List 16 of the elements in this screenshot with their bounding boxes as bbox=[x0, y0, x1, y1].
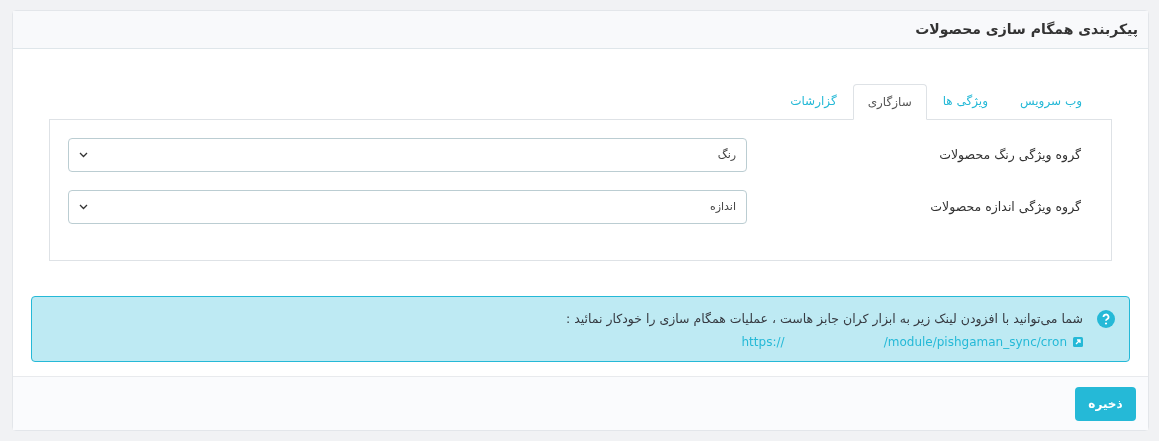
help-icon bbox=[1097, 310, 1115, 328]
tab[interactable]: ویژگی ها bbox=[926, 83, 1004, 119]
field-label: گروه ویژگی اندازه محصولات bbox=[929, 197, 1081, 217]
select-field[interactable]: اندازه bbox=[68, 190, 747, 224]
save-button[interactable]: ذخیره bbox=[1075, 386, 1136, 421]
alert-message: شما می‌توانید با افزودن لینک زیر به ابزار کران جابز هاست ، عملیات همگام سازی را خودکار نمائید : bbox=[566, 310, 1083, 329]
cron-link[interactable]: https:// /module/pishgaman_sync/cron bbox=[741, 332, 1067, 351]
chevron-down-icon bbox=[79, 152, 88, 158]
chevron-down-icon bbox=[79, 204, 88, 210]
tab[interactable]: سازگاری bbox=[852, 84, 927, 120]
external-link-icon bbox=[1073, 336, 1083, 347]
select-field[interactable]: رنگ bbox=[68, 138, 747, 172]
tab[interactable]: گزارشات bbox=[774, 83, 853, 119]
panel-title: پیکربندی همگام سازی محصولات bbox=[915, 20, 1138, 40]
field-label: گروه ویژگی رنگ محصولات bbox=[938, 145, 1081, 165]
tab[interactable]: وب سرویس bbox=[1004, 83, 1098, 119]
